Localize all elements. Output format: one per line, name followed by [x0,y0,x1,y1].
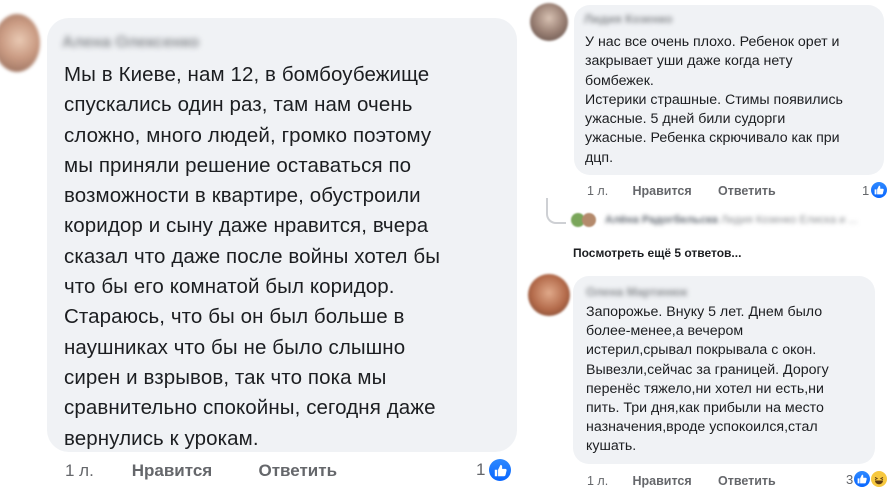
replier-names[interactable]: Алёна Радогбельска Лидия Козенко Елиска … [605,214,858,226]
comment-line: мы приняли решение оставаться по [64,153,412,177]
replier-avatars[interactable] [571,213,596,227]
reply-button[interactable]: Ответить [258,461,337,481]
view-more-replies-link[interactable]: Посмотреть ещё 5 ответов... [573,246,741,260]
reply-button[interactable]: Ответить [718,184,776,198]
comment-line: пить. Три дня,как прибыли на место [586,400,824,417]
comment-line: истерил,срывал покрывала с окон. [586,342,817,359]
like-button[interactable]: Нравится [132,461,254,481]
avatar[interactable] [528,274,570,316]
comment-line: Мы в Киеве, нам 12, в бомбоубежище [64,63,430,86]
reaction-summary[interactable]: 1 [862,182,888,198]
comment-actions: 1 л. Нравится Ответить [587,474,776,488]
comment-line: сравнительно спокойны, сегодня даже [64,396,436,420]
comment-line: У нас все очень плохо. Ребенок орет и [585,34,840,50]
comment-line: дцп. [585,149,614,166]
comment-line: сказал что даже после войны хотел бы [64,244,441,268]
comment-author[interactable]: Лидия Козенко [584,12,673,26]
replier-snippet: Лидия Козенко Елиска и ... [720,214,858,226]
reply-thread-line [546,198,566,224]
like-icon [854,471,871,487]
like-icon [871,182,888,198]
comment-line: вернулись к урокам. [64,426,259,450]
comment-line: Стараюсь, что бы он был больше в [64,305,405,329]
avatar[interactable] [530,3,568,41]
comment-actions: 1 л. Нравится Ответить [65,461,337,481]
reaction-count: 1 [476,460,486,479]
comment-line: назначения,вроде успокоился,стал [586,419,818,436]
comment-text: Запорожье. Внуку 5 лет. Днем было более-… [586,303,874,457]
comment-text: Мы в Киеве, нам 12, в бомбоубежище спуск… [64,60,512,454]
reply-button[interactable]: Ответить [718,474,776,488]
comment-line: коридор и сыну даже нравится, вчера [64,214,429,238]
replier-name: Алёна Радогбельска [605,214,718,226]
comment-time[interactable]: 1 л. [587,184,629,198]
comment-line: возможности в квартире, обустроили [64,184,421,208]
reaction-count: 3 [846,471,854,487]
comment-line: перенёс тяжело,ни хотел ни есть,ни [586,380,824,397]
like-icon [489,459,512,481]
comment-line: спускались один раз, там нам очень [64,93,413,117]
comment-line: Запорожье. Внуку 5 лет. Днем было [586,304,823,320]
avatar [582,213,596,227]
comment-time[interactable]: 1 л. [65,461,127,481]
comment-line: ужасные. Ребенка скрючивало как при [585,130,840,147]
reaction-summary[interactable]: 3 [846,471,888,487]
comment-author[interactable]: Алена Олексенко [62,34,199,52]
comment-line: Вывезли,сейчас за границей. Дорогу [586,361,829,378]
comment-line: ужасные. 5 дней били судорги [585,111,786,128]
comment-line: сирен и взрывов, так что пока мы [64,365,387,389]
comment-time[interactable]: 1 л. [587,474,629,488]
comment-line: наушниках что бы не было слышно [64,335,406,359]
like-button[interactable]: Нравится [632,474,714,488]
reaction-count: 1 [862,182,870,198]
comment-author[interactable]: Олена Мартинюк [586,285,687,299]
comment-actions: 1 л. Нравится Ответить [587,184,776,198]
haha-icon [871,471,888,487]
reaction-summary[interactable]: 1 [476,459,512,481]
comment-text: У нас все очень плохо. Ребенок орет и за… [585,33,881,168]
comment-line: кушать. [586,438,637,455]
like-button[interactable]: Нравится [632,184,714,198]
comment-line: что бы его комнатой был коридор. [64,275,395,299]
comment-line: более-менее,а вечером [586,323,744,340]
comment-line: закрывает уши даже когда нету [585,53,793,70]
comment-line: Истерики страшные. Стимы появились [585,91,843,108]
comment-line: бомбежек. [585,72,654,89]
comment-line: сложно, много людей, громко поэтому [64,123,432,147]
